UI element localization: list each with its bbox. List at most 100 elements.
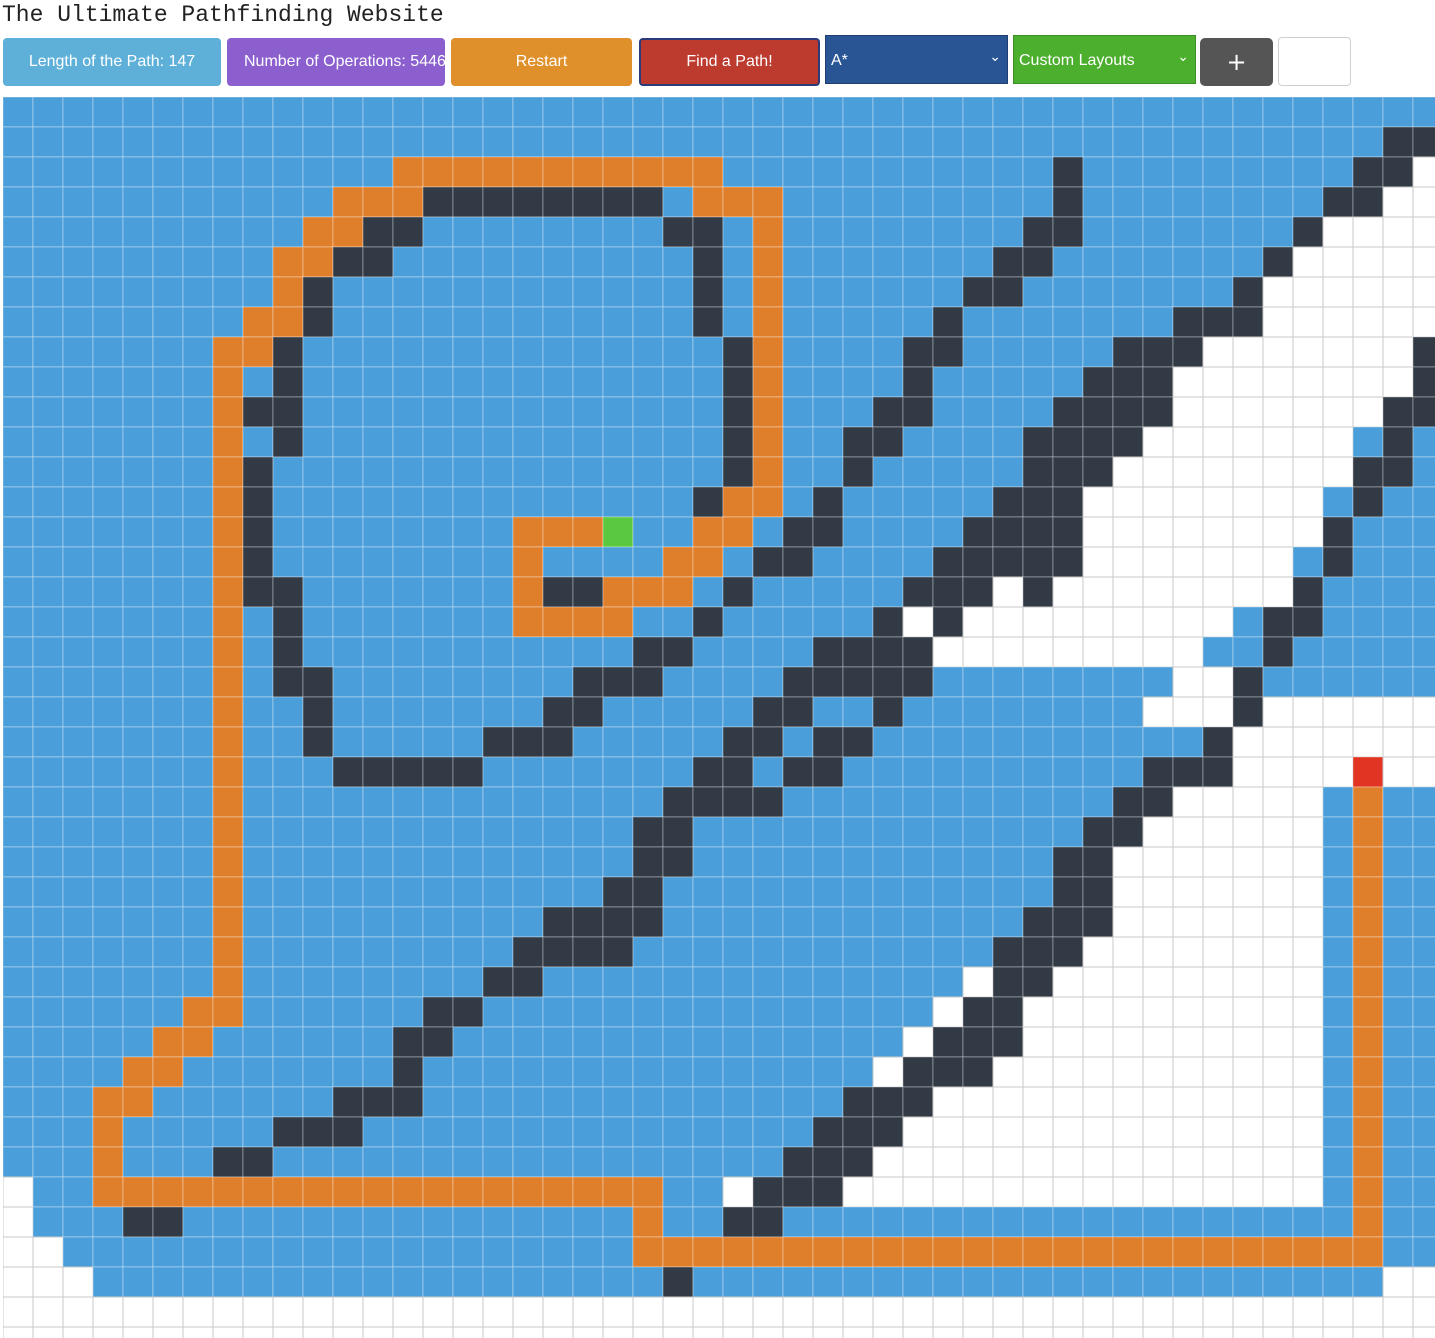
- grid-cell-visited[interactable]: [782, 906, 814, 938]
- grid-cell-visited[interactable]: [422, 696, 454, 728]
- grid-cell-visited[interactable]: [1112, 726, 1144, 758]
- grid-cell-path[interactable]: [692, 516, 724, 548]
- grid-cell-visited[interactable]: [3, 996, 34, 1028]
- grid-cell-visited[interactable]: [572, 366, 604, 398]
- grid-cell-wall[interactable]: [1022, 426, 1054, 458]
- grid-cell-path[interactable]: [212, 1176, 244, 1208]
- grid-cell-wall[interactable]: [1022, 516, 1054, 548]
- grid-cell-visited[interactable]: [1172, 276, 1204, 308]
- grid-cell-visited[interactable]: [1352, 426, 1384, 458]
- grid-cell-visited[interactable]: [512, 426, 544, 458]
- grid-cell-visited[interactable]: [1352, 126, 1384, 158]
- grid-cell-empty[interactable]: [932, 996, 964, 1028]
- grid-cell-visited[interactable]: [122, 816, 154, 848]
- grid-cell-visited[interactable]: [812, 276, 844, 308]
- grid-cell-visited[interactable]: [362, 816, 394, 848]
- grid-cell-visited[interactable]: [92, 816, 124, 848]
- grid-cell-visited[interactable]: [542, 816, 574, 848]
- grid-cell-visited[interactable]: [1022, 816, 1054, 848]
- grid-cell-visited[interactable]: [1082, 1266, 1114, 1298]
- grid-cell-empty[interactable]: [1292, 846, 1324, 878]
- grid-cell-path[interactable]: [212, 996, 244, 1028]
- grid-cell-visited[interactable]: [482, 366, 514, 398]
- grid-cell-visited[interactable]: [662, 1176, 694, 1208]
- grid-cell-visited[interactable]: [902, 1206, 934, 1238]
- grid-cell-empty[interactable]: [62, 1326, 94, 1338]
- grid-cell-visited[interactable]: [1022, 786, 1054, 818]
- grid-cell-visited[interactable]: [122, 636, 154, 668]
- grid-cell-visited[interactable]: [752, 936, 784, 968]
- grid-cell-path[interactable]: [362, 186, 394, 218]
- grid-cell-visited[interactable]: [152, 126, 184, 158]
- grid-cell-visited[interactable]: [1262, 666, 1294, 698]
- grid-cell-wall[interactable]: [1052, 456, 1084, 488]
- grid-cell-visited[interactable]: [92, 1266, 124, 1298]
- grid-cell-empty[interactable]: [1292, 276, 1324, 308]
- grid-cell-wall[interactable]: [872, 606, 904, 638]
- grid-cell-visited[interactable]: [1412, 636, 1435, 668]
- grid-cell-empty[interactable]: [1352, 246, 1384, 278]
- grid-cell-visited[interactable]: [182, 636, 214, 668]
- grid-cell-empty[interactable]: [1262, 576, 1294, 608]
- grid-cell-visited[interactable]: [572, 996, 604, 1028]
- grid-cell-visited[interactable]: [482, 786, 514, 818]
- grid-cell-visited[interactable]: [1082, 126, 1114, 158]
- grid-cell-visited[interactable]: [782, 1056, 814, 1088]
- grid-cell-visited[interactable]: [422, 906, 454, 938]
- grid-cell-visited[interactable]: [932, 246, 964, 278]
- grid-cell-visited[interactable]: [482, 1146, 514, 1178]
- grid-cell-wall[interactable]: [692, 246, 724, 278]
- grid-cell-empty[interactable]: [152, 1296, 184, 1328]
- grid-cell-wall[interactable]: [1052, 396, 1084, 428]
- grid-cell-empty[interactable]: [872, 1326, 904, 1338]
- grid-cell-visited[interactable]: [962, 456, 994, 488]
- grid-cell-empty[interactable]: [1082, 1146, 1114, 1178]
- grid-cell-wall[interactable]: [482, 186, 514, 218]
- grid-cell-visited[interactable]: [812, 246, 844, 278]
- grid-cell-visited[interactable]: [152, 1086, 184, 1118]
- grid-cell-wall[interactable]: [362, 246, 394, 278]
- grid-cell-wall[interactable]: [872, 396, 904, 428]
- grid-cell-visited[interactable]: [1412, 666, 1435, 698]
- grid-cell-wall[interactable]: [1022, 906, 1054, 938]
- grid-cell-empty[interactable]: [1382, 756, 1414, 788]
- grid-cell-visited[interactable]: [272, 516, 304, 548]
- grid-cell-path[interactable]: [212, 786, 244, 818]
- grid-cell-visited[interactable]: [872, 1266, 904, 1298]
- grid-cell-visited[interactable]: [782, 1026, 814, 1058]
- grid-cell-visited[interactable]: [1382, 1236, 1414, 1268]
- grid-cell-wall[interactable]: [722, 396, 754, 428]
- grid-cell-wall[interactable]: [1022, 216, 1054, 248]
- grid-cell-visited[interactable]: [92, 97, 124, 128]
- grid-cell-visited[interactable]: [812, 696, 844, 728]
- grid-cell-visited[interactable]: [302, 1026, 334, 1058]
- grid-cell-empty[interactable]: [962, 636, 994, 668]
- grid-cell-visited[interactable]: [62, 306, 94, 338]
- grid-cell-path[interactable]: [1352, 1236, 1384, 1268]
- grid-cell-path[interactable]: [452, 1176, 484, 1208]
- grid-cell-visited[interactable]: [1112, 276, 1144, 308]
- grid-cell-visited[interactable]: [1292, 156, 1324, 188]
- grid-cell-visited[interactable]: [452, 456, 484, 488]
- grid-cell-visited[interactable]: [842, 126, 874, 158]
- grid-cell-path[interactable]: [1082, 1236, 1114, 1268]
- grid-cell-empty[interactable]: [1202, 456, 1234, 488]
- grid-cell-empty[interactable]: [272, 1326, 304, 1338]
- grid-cell-visited[interactable]: [632, 1266, 664, 1298]
- grid-cell-visited[interactable]: [92, 696, 124, 728]
- grid-cell-visited[interactable]: [332, 156, 364, 188]
- grid-cell-visited[interactable]: [362, 876, 394, 908]
- grid-cell-visited[interactable]: [122, 1236, 154, 1268]
- grid-cell-visited[interactable]: [1112, 246, 1144, 278]
- grid-cell-visited[interactable]: [1112, 696, 1144, 728]
- grid-cell-empty[interactable]: [1172, 1326, 1204, 1338]
- grid-cell-empty[interactable]: [1142, 456, 1174, 488]
- grid-cell-empty[interactable]: [1292, 336, 1324, 368]
- grid-cell-visited[interactable]: [362, 1146, 394, 1178]
- grid-cell-empty[interactable]: [1262, 816, 1294, 848]
- grid-cell-wall[interactable]: [782, 1176, 814, 1208]
- grid-cell-wall[interactable]: [782, 696, 814, 728]
- grid-cell-empty[interactable]: [1172, 426, 1204, 458]
- grid-cell-visited[interactable]: [1382, 576, 1414, 608]
- grid-cell-visited[interactable]: [452, 816, 484, 848]
